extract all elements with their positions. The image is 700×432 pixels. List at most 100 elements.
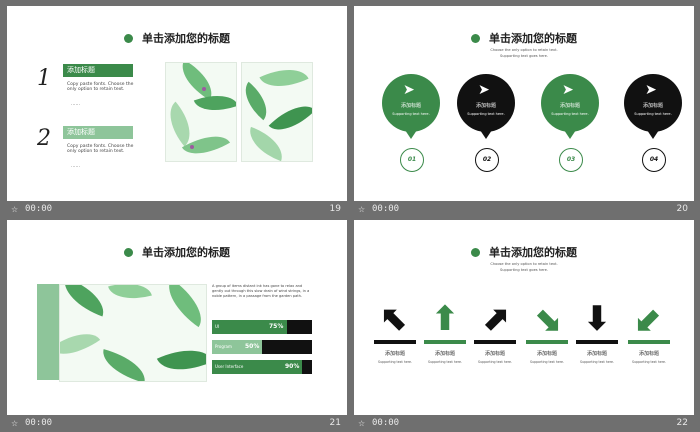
step-number: 01 (400, 148, 424, 172)
slide-thumbnail-19[interactable]: 单击添加您的标题 1 添加标题 Copy paste fonts. Choose… (7, 6, 347, 218)
item-heading: 添加标题 (67, 66, 95, 74)
slide-title-text: 单击添加您的标题 (142, 32, 230, 45)
pin-marker: ➤ 添加标题 Supporting text here. (382, 74, 440, 132)
pin-label: 添加标题 (559, 103, 580, 109)
item-number: 1 (37, 66, 51, 91)
progress-value: 50% (245, 343, 260, 350)
pin-label: 添加标题 (400, 103, 421, 109)
progress-label: User Interface (215, 364, 244, 369)
slide-subtitle: Choose the only option to retain text. (490, 262, 558, 266)
title-dot (471, 34, 480, 43)
accent-strip (37, 284, 59, 380)
slide-title-text: 单击添加您的标题 (489, 32, 577, 45)
slide-canvas: 单击添加您的标题 1 添加标题 Copy paste fonts. Choose… (7, 6, 347, 201)
item-heading-box: 添加标题 (63, 64, 133, 77)
leaf-image (59, 284, 207, 382)
slide-timing: 00:00 (372, 204, 400, 214)
slide-footer: ☆ 00:00 22 (354, 415, 694, 432)
arrow-text: Supporting text here. (579, 360, 615, 364)
progress-value: 75% (269, 323, 284, 330)
arrow-label: 添加标题 (384, 351, 405, 357)
slide-canvas: 单击添加您的标题 Choose the only option to retai… (354, 6, 694, 201)
leaf-image-left (165, 62, 237, 162)
arrow-up-right-icon: ⬈ (480, 299, 510, 339)
step-number: 03 (559, 148, 583, 172)
item-text: Copy paste fonts. Choose the only option… (67, 82, 134, 92)
pin-text: Supporting text here. (634, 112, 672, 116)
step-number: 04 (642, 148, 666, 172)
arrow-label: 添加标题 (536, 351, 557, 357)
slide-number: 19 (329, 204, 341, 214)
pin-tip (647, 130, 659, 139)
pin-marker: ➤ 添加标题 Supporting text here. (624, 74, 682, 132)
arrow-up-icon: ⬆ (430, 299, 460, 339)
slide-timing: 00:00 (25, 204, 53, 214)
star-icon[interactable]: ☆ (11, 201, 18, 218)
arrow-text: Supporting text here. (377, 360, 413, 364)
arrow-label: 添加标题 (484, 351, 505, 357)
slide-number: 20 (676, 204, 688, 214)
title-dot (124, 34, 133, 43)
slide-canvas: 单击添加您的标题 Choose the only option to retai… (354, 220, 694, 415)
step-number: 02 (475, 148, 499, 172)
slide-title: 单击添加您的标题 (354, 244, 694, 260)
slide-thumbnail-21[interactable]: 单击添加您的标题 A group of items distant ink ha… (7, 220, 347, 432)
arrow-underline (474, 340, 516, 344)
arrow-text: Supporting text here. (427, 360, 463, 364)
pin-text: Supporting text here. (551, 112, 589, 116)
arrow-label: 添加标题 (638, 351, 659, 357)
item-text: Copy paste fonts. Choose the only option… (67, 144, 134, 154)
leaf-image-right (241, 62, 313, 162)
slide-title: 单击添加您的标题 (7, 244, 347, 260)
slide-subtitle: Supporting text goes here. (499, 54, 549, 58)
pin-tip (405, 130, 417, 139)
arrow-text: Supporting text here. (529, 360, 565, 364)
slide-timing: 00:00 (372, 418, 400, 428)
paragraph: A group of items distant ink has gone to… (212, 284, 310, 298)
slide-title: 单击添加您的标题 (7, 30, 347, 46)
slide-footer: ☆ 00:00 21 (7, 415, 347, 432)
arrow-down-left-icon: ⬋ (634, 299, 664, 339)
slide-number: 21 (329, 418, 341, 428)
arrow-label: 添加标题 (586, 351, 607, 357)
pin-marker: ➤ 添加标题 Supporting text here. (457, 74, 515, 132)
slide-subtitle: Choose the only option to retain text. (490, 48, 558, 52)
arrow-text: Supporting text here. (477, 360, 513, 364)
pin-marker: ➤ 添加标题 Supporting text here. (541, 74, 599, 132)
item-number: 2 (37, 126, 51, 151)
slide-title-text: 单击添加您的标题 (489, 246, 577, 259)
arrow-underline (374, 340, 416, 344)
star-icon[interactable]: ☆ (358, 201, 365, 218)
arrow-text: Supporting text here. (631, 360, 667, 364)
pin-label: 添加标题 (475, 103, 496, 109)
slide-number: 22 (676, 418, 688, 428)
pin-text: Supporting text here. (467, 112, 505, 116)
star-icon[interactable]: ☆ (358, 415, 365, 432)
arrow-up-left-icon: ⬉ (380, 299, 410, 339)
pin-tip (564, 130, 576, 139)
item-more: …… (71, 102, 80, 107)
progress-value: 90% (285, 363, 300, 370)
item-more: …… (71, 164, 80, 169)
pin-label: 添加标题 (642, 103, 663, 109)
pin-text: Supporting text here. (392, 112, 430, 116)
slide-footer: ☆ 00:00 20 (354, 201, 694, 218)
send-icon: ➤ (478, 82, 490, 98)
slide-canvas: 单击添加您的标题 A group of items distant ink ha… (7, 220, 347, 415)
slide-title: 单击添加您的标题 (354, 30, 694, 46)
arrow-label: 添加标题 (434, 351, 455, 357)
star-icon[interactable]: ☆ (11, 415, 18, 432)
slide-thumbnail-20[interactable]: 单击添加您的标题 Choose the only option to retai… (354, 6, 694, 218)
progress-label: UI (215, 324, 220, 329)
send-icon: ➤ (562, 82, 574, 98)
send-icon: ➤ (645, 82, 657, 98)
slide-timing: 00:00 (25, 418, 53, 428)
arrow-underline (526, 340, 568, 344)
item-heading: 添加标题 (67, 128, 95, 136)
item-heading-box: 添加标题 (63, 126, 133, 139)
slide-footer: ☆ 00:00 19 (7, 201, 347, 218)
send-icon: ➤ (403, 82, 415, 98)
slide-thumbnail-22[interactable]: 单击添加您的标题 Choose the only option to retai… (354, 220, 694, 432)
arrow-underline (628, 340, 670, 344)
slide-title-text: 单击添加您的标题 (142, 246, 230, 259)
